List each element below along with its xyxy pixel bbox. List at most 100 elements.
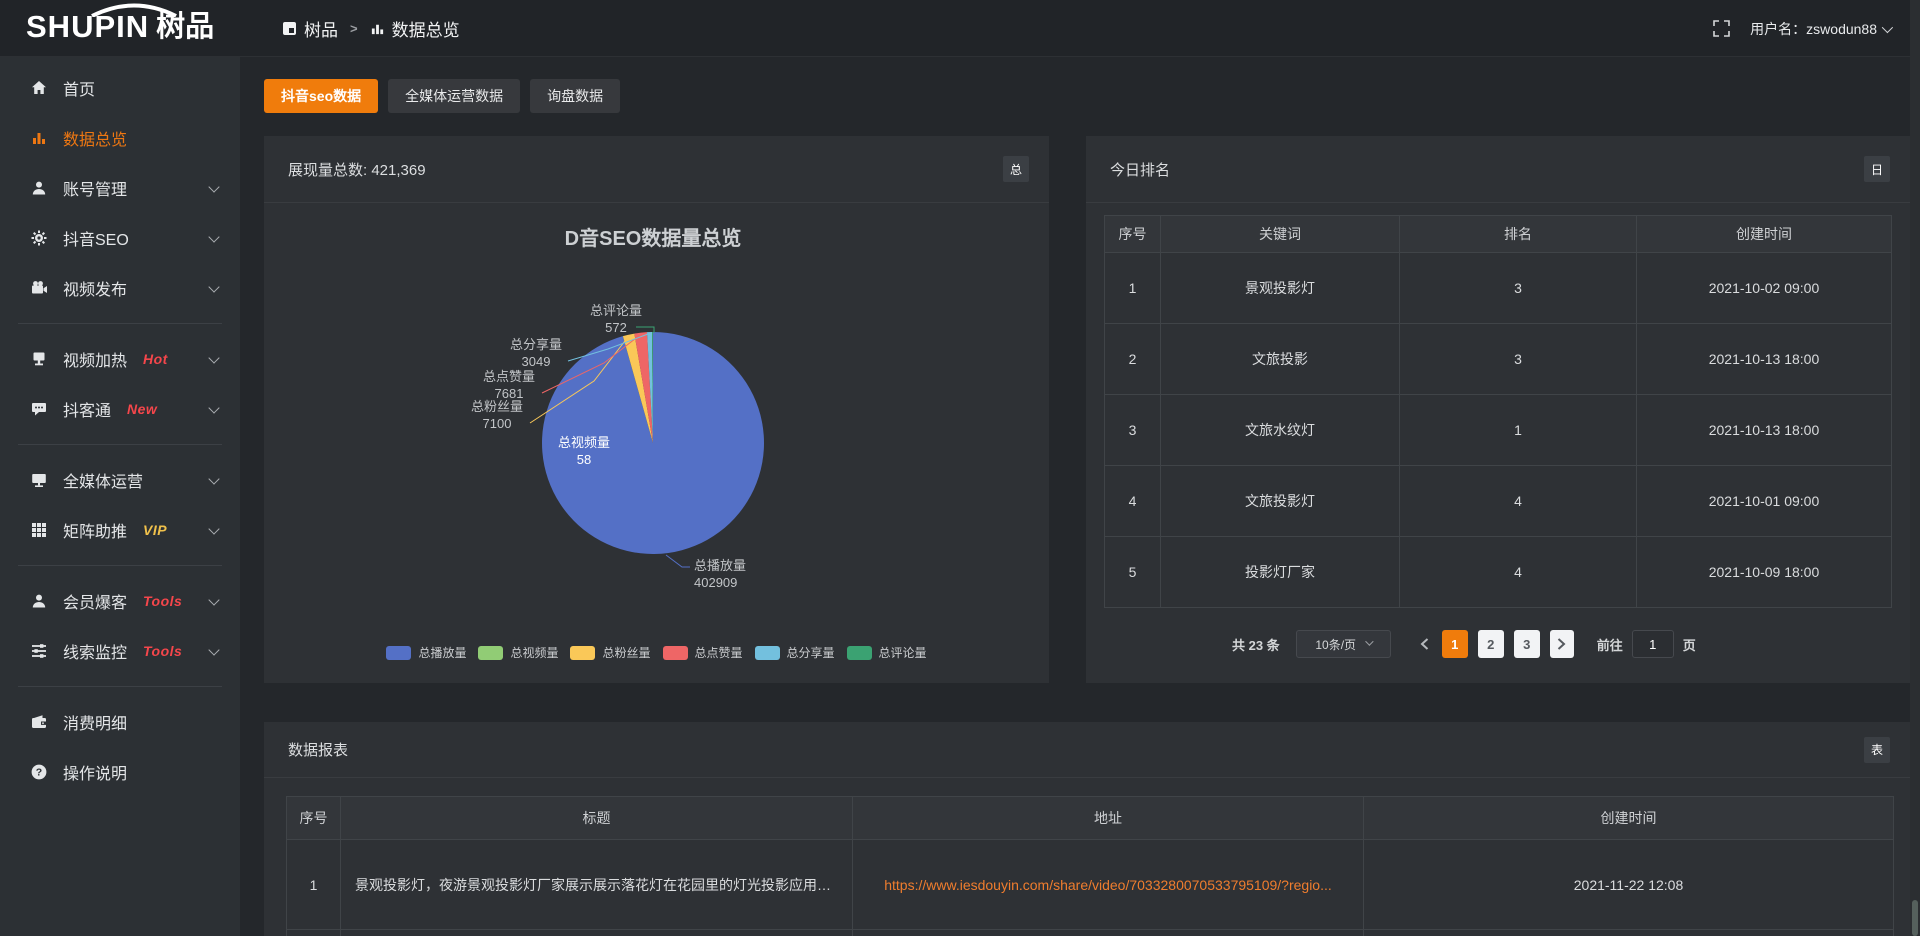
tab-douyin-seo-data[interactable]: 抖音seo数据 xyxy=(264,79,378,113)
sidebar-item-help[interactable]: ? 操作说明 xyxy=(0,747,240,797)
home-icon xyxy=(30,80,48,96)
legend-item-总评论量[interactable]: 总评论量 xyxy=(847,644,927,661)
sliders-icon xyxy=(30,643,48,659)
video-url-link[interactable]: https://www.iesdouyin.com/share/video/70… xyxy=(884,877,1332,893)
chevron-down-icon xyxy=(208,281,219,292)
seo-pie-chart: D音SEO数据量总览总播放量402909总视频量58总粉丝量7100总点赞量76… xyxy=(264,209,1049,629)
overview-panel: 展现量总数: 421,369 总 D音SEO数据量总览总播放量 402909 总视频… xyxy=(264,136,1049,683)
goto-label: 前往 xyxy=(1597,635,1623,654)
new-badge: New xyxy=(127,401,157,417)
ranking-panel-title: 今日排名 xyxy=(1110,159,1170,180)
prev-page-button[interactable] xyxy=(1413,630,1437,658)
monitor-icon xyxy=(30,472,48,488)
bar-chart-icon xyxy=(370,21,385,36)
sidebar-item-home[interactable]: 首页 xyxy=(0,63,240,113)
impressions-total-stat: 展现量总数: 421,369 xyxy=(288,159,426,180)
top-header: SHUPIN 树品 树品 > 数据总览 用户名：zswodun88 xyxy=(0,0,1920,57)
app-square-icon xyxy=(282,21,297,36)
username-label: 用户名：zswodun88 xyxy=(1750,19,1877,39)
scrollbar-thumb[interactable] xyxy=(1912,900,1918,936)
page-button-1[interactable]: 1 xyxy=(1442,630,1468,658)
question-circle-icon: ? xyxy=(30,764,48,780)
breadcrumb-separator: > xyxy=(350,21,358,36)
next-page-button[interactable] xyxy=(1550,630,1574,658)
page-scrollbar[interactable] xyxy=(1910,0,1920,936)
col-title: 标题 xyxy=(341,797,853,840)
tab-media-operation-data[interactable]: 全媒体运营数据 xyxy=(388,79,520,113)
video-camera-icon xyxy=(30,280,48,296)
pie-label: 总评论量 xyxy=(590,303,642,318)
chevron-down-icon xyxy=(1882,21,1893,32)
daily-view-button[interactable]: 日 xyxy=(1864,156,1890,182)
app-logo[interactable]: SHUPIN 树品 xyxy=(26,7,214,47)
sidebar-item-douyin-seo[interactable]: 抖音SEO xyxy=(0,213,240,263)
legend-label: 总分享量 xyxy=(787,644,835,661)
sidebar-item-matrix-boost[interactable]: 矩阵助推 VIP xyxy=(0,505,240,555)
legend-swatch xyxy=(570,646,595,660)
breadcrumb-item-home[interactable]: 树品 xyxy=(282,16,338,41)
data-tabs: 抖音seo数据 全媒体运营数据 询盘数据 xyxy=(264,79,620,113)
page-size-select[interactable]: 10条/页 xyxy=(1296,630,1391,658)
chevron-down-icon xyxy=(208,523,219,534)
sidebar-item-account[interactable]: 账号管理 xyxy=(0,163,240,213)
pie-label: 7100 xyxy=(483,416,512,431)
grid-icon xyxy=(30,522,48,538)
goto-page-input[interactable] xyxy=(1632,630,1674,658)
svg-text:?: ? xyxy=(36,767,42,779)
sidebar: 首页 数据总览 账号管理 抖音SEO 视频发布 视频加热 Hot 抖客通 New… xyxy=(0,57,240,936)
legend-swatch xyxy=(663,646,688,660)
sidebar-item-video-publish[interactable]: 视频发布 xyxy=(0,263,240,313)
chevron-down-icon xyxy=(1365,637,1373,645)
legend-item-总播放量[interactable]: 总播放量 xyxy=(386,644,466,661)
col-no: 序号 xyxy=(1105,216,1161,253)
legend-label: 总评论量 xyxy=(879,644,927,661)
hot-badge: Hot xyxy=(143,351,168,367)
table-row xyxy=(287,930,1894,936)
breadcrumb-item-current[interactable]: 数据总览 xyxy=(370,16,460,41)
sidebar-item-member-burst[interactable]: 会员爆客 Tools xyxy=(0,576,240,626)
pie-label: 总视频量 xyxy=(558,435,610,450)
tools-badge: Tools xyxy=(143,643,182,659)
report-panel-header: 数据报表 表 xyxy=(264,722,1910,778)
table-row: 5投影灯厂家42021-10-09 18:00 xyxy=(1105,537,1892,608)
chevron-down-icon xyxy=(208,181,219,192)
member-icon xyxy=(30,593,48,609)
report-panel: 数据报表 表 序号 标题 地址 创建时间 1 景观投影灯，夜游景观投影灯厂家展示… xyxy=(264,722,1910,936)
pie-label: 总粉丝量 xyxy=(471,399,523,414)
chart-title: D音SEO数据量总览 xyxy=(565,226,742,250)
vip-badge: VIP xyxy=(143,522,167,538)
page-button-2[interactable]: 2 xyxy=(1478,630,1504,658)
legend-item-总点赞量[interactable]: 总点赞量 xyxy=(663,644,743,661)
sidebar-item-lead-monitor[interactable]: 线索监控 Tools xyxy=(0,626,240,676)
col-created: 创建时间 xyxy=(1364,797,1894,840)
sidebar-item-media-operation[interactable]: 全媒体运营 xyxy=(0,455,240,505)
gear-icon xyxy=(30,230,48,246)
legend-item-总粉丝量[interactable]: 总粉丝量 xyxy=(570,644,650,661)
total-view-button[interactable]: 总 xyxy=(1003,156,1029,182)
sidebar-item-expense-detail[interactable]: 消费明细 xyxy=(0,697,240,747)
chevron-down-icon xyxy=(208,402,219,413)
legend-item-总视频量[interactable]: 总视频量 xyxy=(478,644,558,661)
user-menu[interactable]: 用户名：zswodun88 xyxy=(1750,19,1890,39)
fullscreen-icon[interactable] xyxy=(1713,20,1730,37)
pagination: 共 23 条 10条/页 1 2 3 前往 页 xyxy=(1232,630,1696,658)
page-button-3[interactable]: 3 xyxy=(1514,630,1540,658)
sidebar-item-video-heat[interactable]: 视频加热 Hot xyxy=(0,334,240,384)
total-count-label: 共 23 条 xyxy=(1232,635,1280,654)
col-url: 地址 xyxy=(853,797,1364,840)
sidebar-divider xyxy=(18,565,222,566)
pie-label: 58 xyxy=(577,452,591,467)
table-view-button[interactable]: 表 xyxy=(1864,737,1890,763)
main-content: 抖音seo数据 全媒体运营数据 询盘数据 展现量总数: 421,369 总 D音… xyxy=(240,57,1910,936)
table-row: 4文旅投影灯42021-10-01 09:00 xyxy=(1105,466,1892,537)
logo-arc-decoration xyxy=(88,3,180,17)
sidebar-item-douketong[interactable]: 抖客通 New xyxy=(0,384,240,434)
tab-inquiry-data[interactable]: 询盘数据 xyxy=(530,79,620,113)
pie-label: 3049 xyxy=(522,354,551,369)
sidebar-item-data-overview[interactable]: 数据总览 xyxy=(0,113,240,163)
bar-chart-icon xyxy=(30,130,48,146)
pie-chart-legend: 总播放量总视频量总粉丝量总点赞量 总分享量 总评论量 xyxy=(264,644,1049,661)
pie-label: 402909 xyxy=(694,575,737,590)
report-panel-title: 数据报表 xyxy=(288,739,348,760)
legend-item-总分享量[interactable]: 总分享量 xyxy=(755,644,835,661)
